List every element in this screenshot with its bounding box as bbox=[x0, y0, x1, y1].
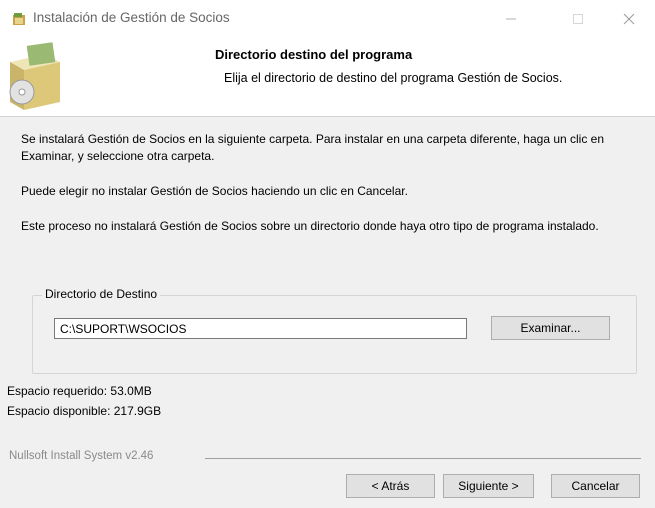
window-title: Instalación de Gestión de Socios bbox=[33, 10, 230, 25]
header-title: Directorio destino del programa bbox=[215, 47, 413, 62]
space-available: Espacio disponible: 217.9GB bbox=[7, 404, 162, 418]
close-icon bbox=[623, 13, 635, 25]
cancel-hint-text: Puede elegir no instalar Gestión de Soci… bbox=[21, 184, 408, 198]
installer-icon bbox=[13, 13, 25, 25]
maximize-button[interactable] bbox=[555, 4, 601, 34]
header-subtitle: Elija el directorio de destino del progr… bbox=[224, 71, 563, 85]
cancel-button[interactable]: Cancelar bbox=[551, 474, 640, 498]
destination-group-label: Directorio de Destino bbox=[42, 287, 161, 301]
instructions-text: Se instalará Gestión de Socios en la sig… bbox=[21, 132, 605, 163]
installer-window: Instalación de Gestión de Socios Directo… bbox=[0, 0, 655, 508]
warning-text: Este proceso no instalará Gestión de Soc… bbox=[21, 219, 599, 233]
close-button[interactable] bbox=[606, 4, 652, 34]
footer-divider bbox=[205, 458, 641, 459]
next-button[interactable]: Siguiente > bbox=[443, 474, 534, 498]
wizard-content: Se instalará Gestión de Socios en la sig… bbox=[0, 117, 655, 447]
title-bar[interactable]: Instalación de Gestión de Socios bbox=[0, 0, 655, 38]
space-required: Espacio requerido: 53.0MB bbox=[7, 384, 152, 398]
wizard-header: Directorio destino del programa Elija el… bbox=[0, 38, 655, 117]
minimize-icon bbox=[506, 18, 516, 20]
installer-box-icon bbox=[9, 42, 60, 110]
back-button[interactable]: < Atrás bbox=[346, 474, 435, 498]
destination-path-input[interactable] bbox=[54, 318, 467, 339]
browse-button[interactable]: Examinar... bbox=[491, 316, 610, 340]
minimize-button[interactable] bbox=[488, 4, 534, 34]
maximize-icon bbox=[573, 14, 583, 24]
nsis-branding: Nullsoft Install System v2.46 bbox=[9, 450, 158, 462]
